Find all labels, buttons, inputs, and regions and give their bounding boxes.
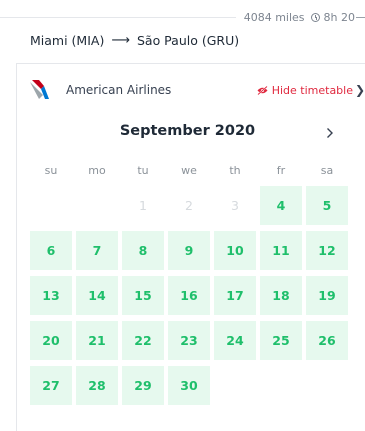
calendar-day-6[interactable]: 6	[30, 231, 72, 270]
calendar-day-21[interactable]: 21	[76, 321, 118, 360]
weekday-sa: sa	[320, 164, 334, 177]
weekday-th: th	[229, 164, 241, 177]
clock-icon	[310, 12, 320, 22]
weekday-su: su	[44, 164, 58, 177]
panel-top-border	[16, 63, 365, 64]
distance-text: 4084 miles	[243, 10, 305, 24]
hide-timetable-button[interactable]: Hide timetable	[257, 84, 353, 97]
calendar-day-10[interactable]: 10	[214, 231, 256, 270]
calendar-day-13[interactable]: 13	[30, 276, 72, 315]
duration-text: 8h 20	[323, 10, 355, 24]
airline-row: American Airlines Hide timetable ❯	[28, 78, 365, 102]
calendar-day-25[interactable]: 25	[260, 321, 302, 360]
origin-airport: Miami (MIA)	[30, 32, 105, 48]
calendar-day-19[interactable]: 19	[306, 276, 348, 315]
airline-name: American Airlines	[66, 83, 172, 97]
calendar-day-7[interactable]: 7	[76, 231, 118, 270]
flight-meta-inner: 4084 miles 8h 20	[239, 10, 365, 24]
calendar-day-9[interactable]: 9	[168, 231, 210, 270]
american-airlines-logo-icon	[30, 80, 49, 99]
weekday-tu: tu	[137, 164, 149, 177]
chevron-right-icon	[327, 128, 333, 138]
calendar-day-16[interactable]: 16	[168, 276, 210, 315]
route-arrow-icon: ⟶	[111, 32, 130, 48]
route: Miami (MIA) ⟶ São Paulo (GRU)	[30, 30, 239, 50]
calendar-day-2: 2	[185, 198, 193, 213]
calendar-day-27[interactable]: 27	[30, 366, 72, 405]
chevron-right-icon: ❯	[354, 83, 365, 97]
calendar-day-14[interactable]: 14	[76, 276, 118, 315]
calendar-day-4[interactable]: 4	[260, 186, 302, 225]
eye-off-icon	[257, 85, 268, 95]
panel-left-border	[16, 63, 17, 431]
calendar-day-1: 1	[139, 198, 147, 213]
weekday-fr: fr	[276, 164, 286, 177]
calendar-day-18[interactable]: 18	[260, 276, 302, 315]
calendar-day-11[interactable]: 11	[260, 231, 302, 270]
hide-timetable-label: Hide timetable	[271, 83, 353, 97]
calendar-day-29[interactable]: 29	[122, 366, 164, 405]
calendar-day-23[interactable]: 23	[168, 321, 210, 360]
calendar-day-17[interactable]: 17	[214, 276, 256, 315]
calendar-day-30[interactable]: 30	[168, 366, 210, 405]
calendar-day-22[interactable]: 22	[122, 321, 164, 360]
calendar-day-28[interactable]: 28	[76, 366, 118, 405]
meta-dash	[356, 17, 365, 18]
calendar-day-5[interactable]: 5	[306, 186, 348, 225]
destination-airport: São Paulo (GRU)	[136, 32, 240, 48]
weekday-mo: mo	[88, 164, 106, 177]
calendar-day-20[interactable]: 20	[30, 321, 72, 360]
calendar-day-24[interactable]: 24	[214, 321, 256, 360]
month-title: September 2020	[119, 123, 256, 139]
calendar-day-12[interactable]: 12	[306, 231, 348, 270]
timetable-card: 4084 miles 8h 20 Miami (MIA) ⟶ São Paulo…	[0, 0, 365, 431]
flight-meta: 4084 miles 8h 20	[235, 9, 365, 25]
calendar-day-3: 3	[231, 198, 239, 213]
next-month-button[interactable]	[322, 124, 338, 142]
calendar-day-8[interactable]: 8	[122, 231, 164, 270]
weekday-we: we	[181, 164, 197, 177]
calendar-day-26[interactable]: 26	[306, 321, 348, 360]
calendar-day-15[interactable]: 15	[122, 276, 164, 315]
